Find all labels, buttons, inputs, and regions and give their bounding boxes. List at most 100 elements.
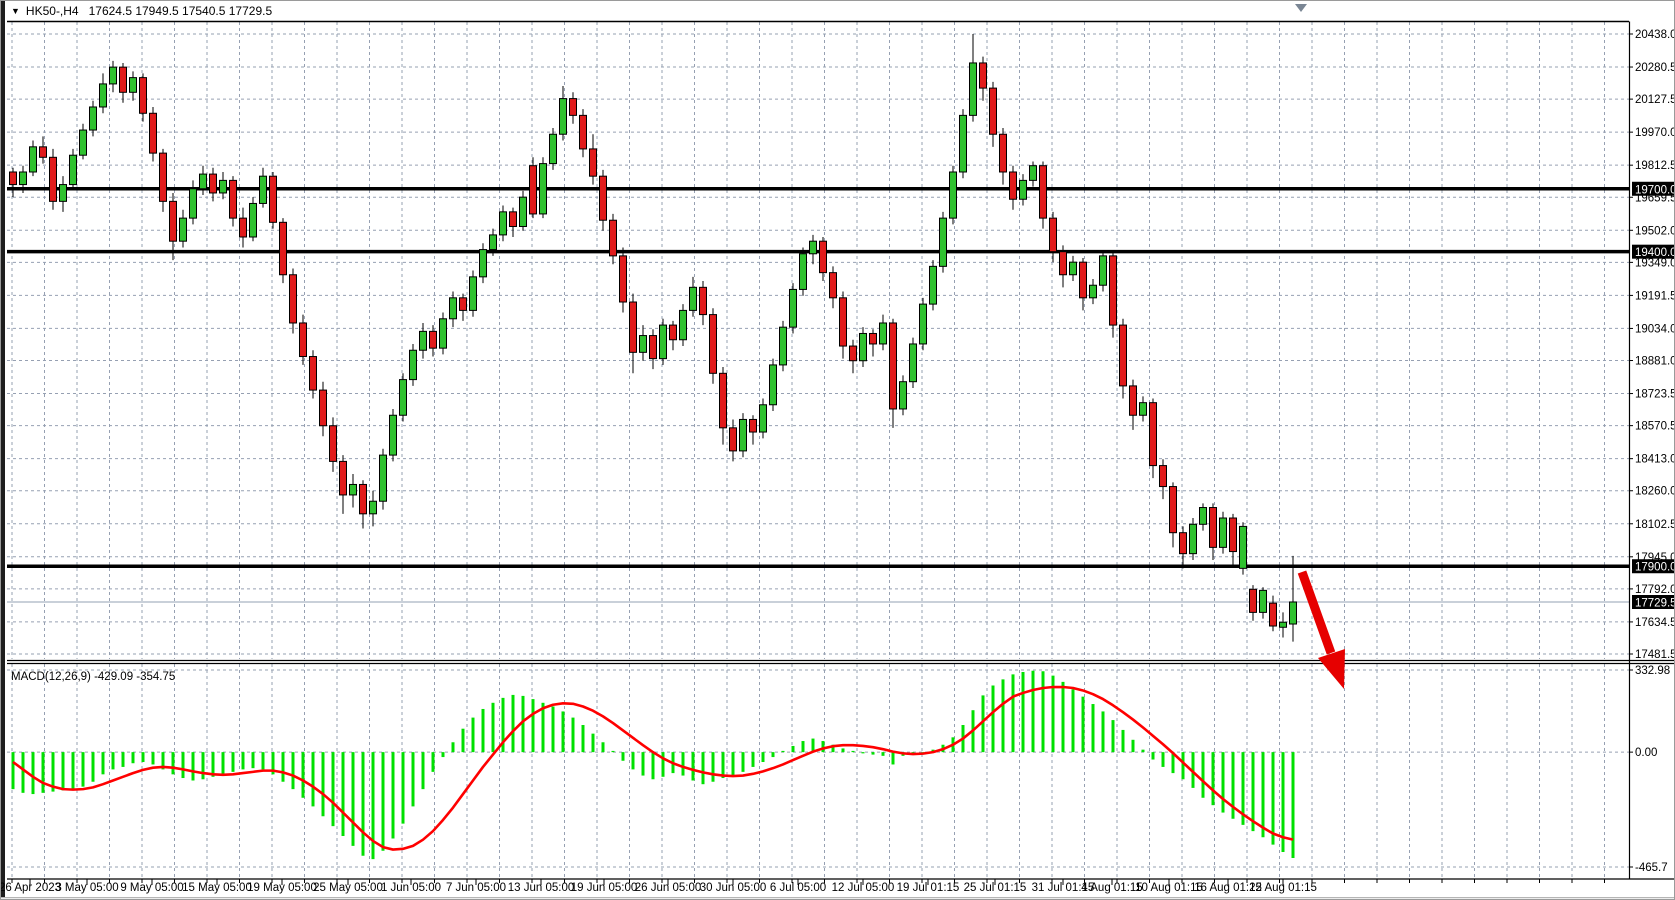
price-label-highlight-text: 17729.5 xyxy=(1635,597,1675,609)
price-chart-canvas[interactable]: 20438.020280.520127.519970.019812.519659… xyxy=(1,1,1675,900)
candle-body xyxy=(900,382,907,409)
candle-body xyxy=(310,357,317,391)
time-axis-label: 25 May 05:00 xyxy=(313,882,383,894)
price-tick-label: 17481.5 xyxy=(1635,649,1675,661)
candle-body xyxy=(680,310,687,339)
candle-body xyxy=(1160,466,1167,487)
candle-body xyxy=(80,130,87,155)
price-label-highlight-text: 19400.0 xyxy=(1635,247,1675,259)
candle-body xyxy=(610,220,617,256)
candle-body xyxy=(510,212,517,227)
candle-body xyxy=(1180,533,1187,554)
candle-body xyxy=(1110,256,1117,325)
time-axis-label: 26 Jun 05:00 xyxy=(635,882,702,894)
price-tick-label: 18881.0 xyxy=(1635,356,1675,368)
candle-body xyxy=(820,241,827,272)
price-tick-label: 18570.5 xyxy=(1635,421,1675,433)
candle-body xyxy=(740,419,747,450)
candle-body xyxy=(860,333,867,360)
price-label-highlight-text: 17900.0 xyxy=(1635,562,1675,574)
candle-body xyxy=(1080,262,1087,298)
candle-body xyxy=(330,426,337,462)
candle-body xyxy=(920,304,927,344)
candle-body xyxy=(960,115,967,172)
time-axis-label: 30 Jun 05:00 xyxy=(700,882,767,894)
candle-body xyxy=(260,176,267,203)
candle-body xyxy=(1210,508,1217,548)
macd-tick-label: -465.7 xyxy=(1635,862,1668,874)
price-tick-label: 17792.0 xyxy=(1635,584,1675,596)
candle-body xyxy=(380,455,387,501)
candle-body xyxy=(620,256,627,302)
chart-shift-marker-icon[interactable] xyxy=(1295,4,1307,12)
candle-body xyxy=(200,174,207,189)
candle-body xyxy=(710,315,717,374)
candle-body xyxy=(910,344,917,382)
candle-body xyxy=(100,84,107,107)
time-axis-label: 26 Apr 2023 xyxy=(1,882,61,894)
price-tick-label: 19034.0 xyxy=(1635,323,1675,335)
candle-body xyxy=(500,212,507,235)
candle-body xyxy=(160,153,167,201)
macd-indicator-label: MACD(12,26,9) -429.09 -354.75 xyxy=(11,671,175,683)
candle-body xyxy=(950,172,957,218)
candle-body xyxy=(250,203,257,237)
candle-body xyxy=(90,107,97,130)
candle-body xyxy=(810,241,817,254)
candle-body xyxy=(210,174,217,193)
time-axis-label: 4 Aug 01:15 xyxy=(1081,882,1142,894)
candle-body xyxy=(470,277,477,311)
candle-body xyxy=(1100,256,1107,285)
time-axis-label: 1 Jun 05:00 xyxy=(381,882,441,894)
candle-body xyxy=(320,390,327,426)
candle-body xyxy=(410,350,417,379)
price-tick-label: 18413.0 xyxy=(1635,454,1675,466)
candle-body xyxy=(170,201,177,241)
candle-body xyxy=(840,298,847,346)
time-axis-label: 19 Jul 01:15 xyxy=(897,882,960,894)
candle-body xyxy=(480,250,487,277)
candle-body xyxy=(800,254,807,290)
trend-arrow-shaft[interactable] xyxy=(1302,572,1331,653)
candle-body xyxy=(10,172,17,185)
candle-body xyxy=(130,78,137,93)
candle-body xyxy=(1150,403,1157,466)
candle-body xyxy=(790,289,797,327)
candle-body xyxy=(1170,487,1177,533)
trend-arrow-head[interactable] xyxy=(1318,649,1345,689)
candle-body xyxy=(1290,602,1297,624)
candle-body xyxy=(700,287,707,314)
time-axis-label: 7 Jun 05:00 xyxy=(446,882,506,894)
candle-body xyxy=(890,323,897,409)
candle-body xyxy=(360,484,367,513)
time-axis-label: 22 Aug 01:15 xyxy=(1249,882,1317,894)
candle-body xyxy=(140,78,147,114)
price-tick-label: 19191.5 xyxy=(1635,290,1675,302)
candle-body xyxy=(110,67,117,84)
candle-body xyxy=(1090,285,1097,298)
macd-tick-label: 332.98 xyxy=(1635,665,1670,677)
candle-body xyxy=(1070,262,1077,275)
time-axis-label: 3 May 05:00 xyxy=(55,882,118,894)
candle-body xyxy=(570,99,577,116)
candle-body xyxy=(30,147,37,172)
price-tick-label: 17634.5 xyxy=(1635,617,1675,629)
time-axis-label: 9 May 05:00 xyxy=(120,882,183,894)
candle-body xyxy=(520,197,527,226)
candle-body xyxy=(150,113,157,153)
candle-body xyxy=(190,189,197,218)
candle-body xyxy=(770,365,777,405)
candle-body xyxy=(1230,518,1237,552)
candle-body xyxy=(750,419,757,432)
price-tick-label: 20438.0 xyxy=(1635,29,1675,41)
price-tick-label: 18260.0 xyxy=(1635,486,1675,498)
candle-body xyxy=(1130,386,1137,415)
candle-body xyxy=(120,67,127,92)
candle-body xyxy=(530,166,537,214)
price-tick-label: 18102.5 xyxy=(1635,519,1675,531)
candle-body xyxy=(980,63,987,88)
time-axis-label: 15 May 05:00 xyxy=(182,882,252,894)
candle-body xyxy=(1140,403,1147,416)
candle-body xyxy=(640,336,647,353)
candle-body xyxy=(350,484,357,494)
